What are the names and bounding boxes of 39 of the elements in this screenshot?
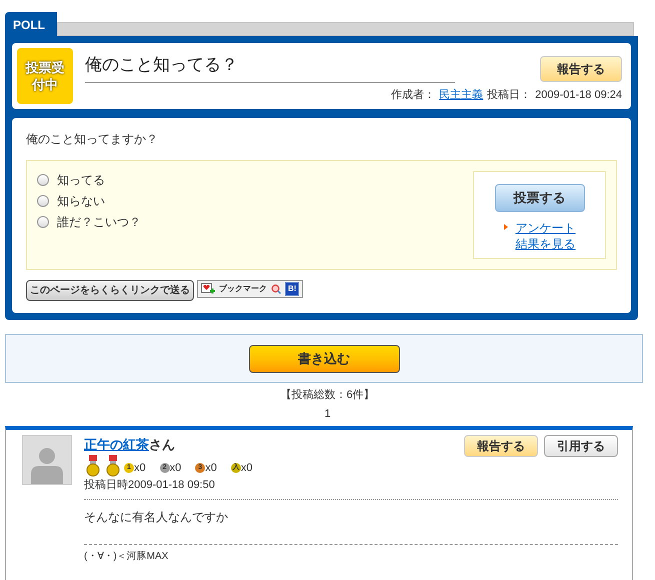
medal-count: x0	[205, 461, 217, 476]
report-button[interactable]: 報告する	[464, 435, 538, 457]
date-label: 投稿日時	[84, 478, 128, 492]
heart-plus-icon	[201, 282, 215, 296]
report-button[interactable]: 報告する	[540, 56, 622, 82]
date-label: 投稿日：	[487, 88, 532, 102]
author-link[interactable]: 正午の紅茶	[84, 435, 149, 454]
trophy-icon	[104, 454, 122, 476]
post-body: そんなに有名人なんですか	[84, 509, 229, 526]
poll-question: 俺のこと知ってますか？	[26, 131, 159, 148]
post-count: 【投稿総数：6件】	[279, 388, 376, 403]
quote-button[interactable]: 引用する	[544, 435, 618, 457]
status-badge: 投票受付中	[17, 48, 73, 104]
hatena-badge: B!	[285, 282, 300, 296]
share-link-button[interactable]: このページをらくらくリンクで送る	[26, 280, 194, 301]
bookmark-button[interactable]: ブックマーク B!	[197, 280, 304, 298]
search-icon	[271, 284, 281, 294]
results-link[interactable]: アンケート結果を見る	[516, 220, 576, 252]
post-date: 2009-01-18 09:50	[128, 478, 215, 492]
radio-button[interactable]	[37, 195, 49, 207]
post-date: 2009-01-18 09:24	[535, 88, 622, 102]
author-label: 作成者：	[391, 88, 436, 102]
triangle-icon	[504, 224, 508, 230]
poll-title: 俺のこと知ってる？	[85, 52, 455, 82]
option-label: 誰だ？こいつ？	[57, 214, 141, 231]
trophy-icon	[84, 454, 102, 476]
medal-count: x0	[134, 461, 146, 476]
vote-button[interactable]: 投票する	[494, 184, 584, 212]
option-label: 知らない	[57, 193, 105, 210]
radio-button[interactable]	[37, 174, 49, 186]
radio-button[interactable]	[37, 216, 49, 228]
page-number: 1	[323, 406, 332, 422]
write-button[interactable]: 書き込む	[248, 344, 400, 372]
honorific: さん	[149, 436, 175, 454]
option-label: 知ってる	[57, 172, 105, 189]
medal-count: x0	[170, 461, 182, 476]
medal-count: x0	[240, 461, 252, 476]
author-link[interactable]: 民主主義	[439, 86, 484, 103]
signature: (・∀・)＜河豚MAX	[84, 550, 170, 564]
